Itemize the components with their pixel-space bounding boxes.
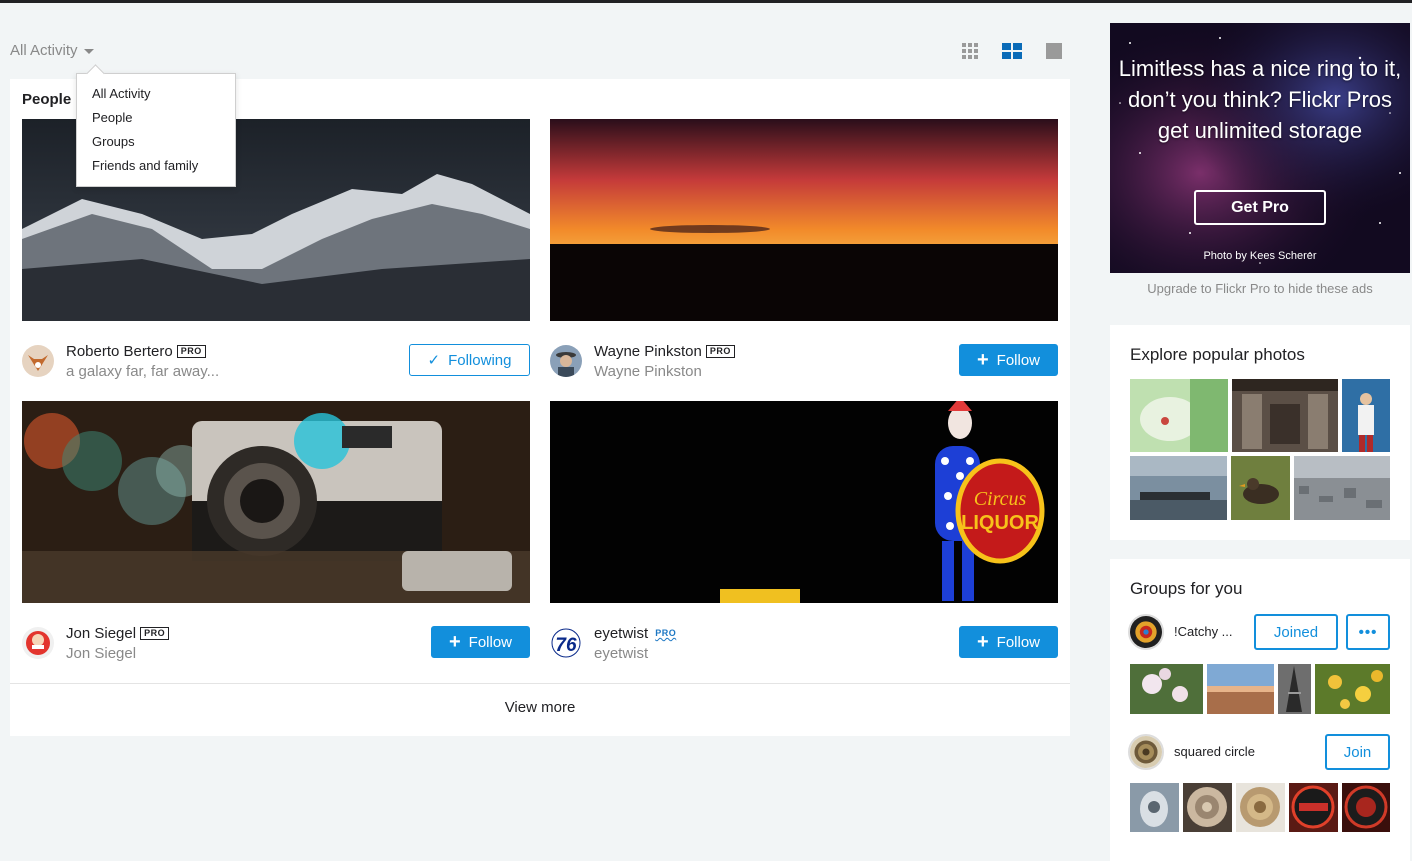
user-row-jon: Jon Siegel PRO Jon Siegel + Follow (22, 623, 530, 663)
group-photo[interactable] (1289, 783, 1338, 832)
explore-title[interactable]: Explore popular photos (1130, 345, 1305, 365)
follow-button-label: Follow (468, 633, 513, 651)
following-button[interactable]: ✓ Following (409, 344, 530, 376)
svg-text:76: 76 (555, 635, 577, 656)
divider (10, 683, 1070, 684)
user-row-wayne: Wayne Pinkston PRO Wayne Pinkston + Foll… (550, 341, 1058, 381)
menu-item-friends-family[interactable]: Friends and family (77, 156, 235, 180)
avatar[interactable] (22, 345, 54, 377)
pro-badge: PRO (705, 345, 735, 358)
follow-button[interactable]: + Follow (959, 626, 1058, 658)
view-more-link[interactable]: View more (10, 699, 1070, 716)
following-button-label: Following (448, 351, 512, 369)
grid-view-icon[interactable] (960, 42, 980, 60)
plus-icon: + (448, 631, 461, 653)
group-avatar[interactable] (1128, 614, 1164, 650)
pro-badge: PRO (655, 628, 677, 638)
feed-photo-neon-sign[interactable]: Circus LIQUOR (550, 401, 1058, 603)
group-photo[interactable] (1130, 783, 1179, 832)
svg-text:Circus: Circus (974, 488, 1027, 510)
check-icon: ✓ (427, 352, 441, 369)
group-photo[interactable] (1130, 664, 1203, 714)
user-name[interactable]: Roberto Bertero (66, 343, 173, 360)
user-row-roberto: Roberto Bertero PRO a galaxy far, far aw… (22, 341, 530, 381)
follow-button[interactable]: + Follow (959, 344, 1058, 376)
pro-badge: PRO (176, 345, 206, 358)
activity-filter-menu: All Activity People Groups Friends and f… (76, 73, 236, 187)
group-photo[interactable] (1315, 664, 1390, 714)
user-subtitle: eyetwist (594, 645, 649, 662)
plus-icon: + (976, 631, 989, 653)
menu-item-groups[interactable]: Groups (77, 132, 235, 156)
group-photo[interactable] (1183, 783, 1232, 832)
section-title: People (22, 91, 72, 108)
group-photo[interactable] (1342, 783, 1390, 832)
ad-headline: Limitless has a nice ring to it, don’t y… (1118, 56, 1402, 143)
pro-badge: PRO (140, 627, 170, 640)
group-name[interactable]: !Catchy ... (1174, 624, 1233, 639)
user-name[interactable]: Wayne Pinkston (594, 343, 702, 360)
follow-button-label: Follow (996, 633, 1041, 651)
pro-ad-banner[interactable]: Limitless has a nice ring to it, don’t y… (1110, 23, 1410, 273)
follow-button-label: Follow (996, 351, 1041, 369)
avatar[interactable] (550, 345, 582, 377)
groups-title: Groups for you (1130, 579, 1243, 598)
user-subtitle: Wayne Pinkston (594, 363, 702, 380)
group-avatar[interactable] (1128, 734, 1164, 770)
groups-card: Groups for you !Catchy ... Joined ••• sq… (1110, 559, 1410, 861)
explore-thumb[interactable] (1231, 456, 1290, 520)
ad-photo-credit: Photo by Kees Scherer (1203, 250, 1317, 262)
user-subtitle: Jon Siegel (66, 645, 137, 662)
medium-view-icon[interactable] (1002, 42, 1022, 60)
plus-icon: + (976, 349, 989, 371)
feed-photo-sunset[interactable] (550, 119, 1058, 321)
explore-thumb[interactable] (1342, 379, 1390, 452)
join-button[interactable]: Join (1325, 734, 1390, 770)
explore-thumb[interactable] (1232, 379, 1338, 452)
avatar[interactable] (22, 627, 54, 659)
explore-thumb[interactable] (1130, 379, 1228, 452)
get-pro-button[interactable]: Get Pro (1194, 190, 1326, 225)
user-name[interactable]: eyetwist (594, 625, 648, 642)
menu-item-all-activity[interactable]: All Activity (77, 84, 235, 108)
avatar[interactable]: 76 (550, 627, 582, 659)
caret-down-icon (83, 49, 94, 54)
explore-card: Explore popular photos (1110, 325, 1410, 540)
view-toggles (960, 42, 1064, 60)
large-view-icon[interactable] (1044, 42, 1064, 60)
group-photo[interactable] (1278, 664, 1311, 714)
explore-thumb[interactable] (1294, 456, 1390, 520)
follow-button[interactable]: + Follow (431, 626, 530, 658)
joined-button[interactable]: Joined (1254, 614, 1338, 650)
group-name[interactable]: squared circle (1174, 744, 1255, 759)
svg-text:LIQUOR: LIQUOR (961, 512, 1039, 534)
more-options-button[interactable]: ••• (1346, 614, 1390, 650)
group-photo[interactable] (1207, 664, 1274, 714)
feed-photo-camera[interactable] (22, 401, 530, 603)
upgrade-link[interactable]: Upgrade to Flickr Pro to hide these ads (1110, 281, 1410, 296)
top-bar (0, 0, 1412, 3)
user-row-eyetwist: 76 eyetwist PRO eyetwist + Follow (550, 623, 1058, 663)
activity-filter[interactable]: All Activity (10, 42, 94, 59)
user-subtitle: a galaxy far, far away... (66, 363, 220, 380)
group-photo[interactable] (1236, 783, 1285, 832)
user-name[interactable]: Jon Siegel (66, 625, 136, 642)
activity-filter-label: All Activity (10, 42, 78, 59)
explore-thumb[interactable] (1130, 456, 1227, 520)
menu-item-people[interactable]: People (77, 108, 235, 132)
